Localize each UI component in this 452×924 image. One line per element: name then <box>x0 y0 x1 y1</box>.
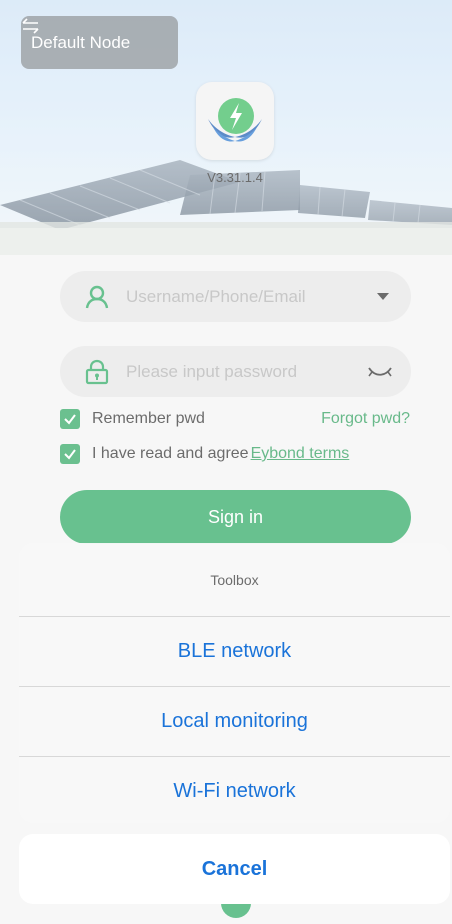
ble-network-option[interactable]: BLE network <box>19 617 450 687</box>
toolbox-action-sheet: Toolbox BLE network Local monitoring Wi-… <box>19 543 450 823</box>
wifi-network-option[interactable]: Wi-Fi network <box>19 757 450 823</box>
cancel-button[interactable]: Cancel <box>19 834 450 904</box>
local-monitoring-option[interactable]: Local monitoring <box>19 687 450 757</box>
toolbox-title: Toolbox <box>19 543 450 617</box>
login-screen: Default Node V3.31.1.4 Username/Phone/Em… <box>0 0 452 924</box>
